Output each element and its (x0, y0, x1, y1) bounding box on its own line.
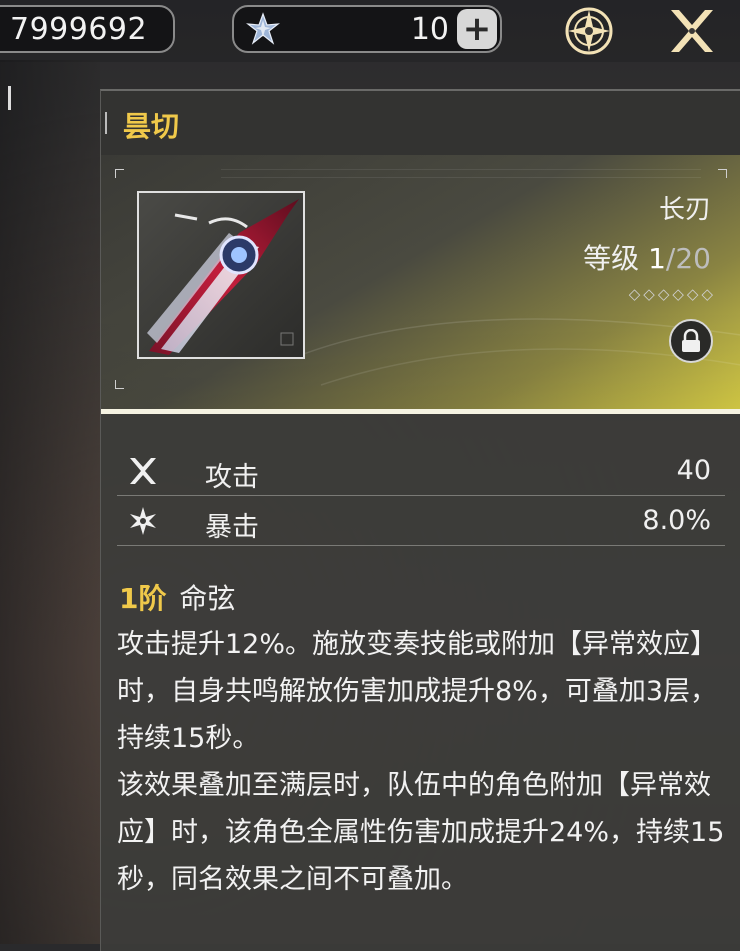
attack-icon (130, 458, 156, 484)
gem-counter: 10 + (232, 5, 502, 53)
rank-diamond: ◇ (628, 285, 641, 303)
rank-diamond: ◇ (672, 285, 684, 303)
rank-diamond: ◇ (686, 285, 699, 303)
weapon-portrait (137, 191, 305, 359)
coin-counter: 7999692 (0, 5, 175, 53)
plus-icon: + (462, 9, 492, 49)
background-left-panel (0, 60, 100, 944)
corner-mark (115, 380, 124, 389)
left-scroll-indicator (8, 86, 11, 110)
coin-amount: 7999692 (10, 11, 148, 47)
stat-name: 暴击 (205, 512, 259, 543)
level-current: 1 (648, 242, 666, 275)
crit-icon (130, 507, 156, 535)
rank-diamond: ◇ (657, 285, 670, 303)
passive-header: 1阶 命弦 (119, 577, 235, 617)
title-row: 昙切 (101, 91, 740, 155)
stat-row-crit: 暴击 8.0% (117, 497, 725, 546)
weapon-level: 等级 1/20 (583, 237, 711, 277)
weapon-type: 长刃 (658, 195, 711, 225)
gem-icon (246, 12, 280, 45)
rank-diamond: ◇ (701, 285, 713, 303)
passive-name: 命弦 (179, 582, 236, 615)
weapon-detail-panel: 昙切 长刃 等级 1/20 ◇ ◇ ◇ ◇ ◇ ◇ 攻击 40 暴击 8.0% … (100, 89, 740, 951)
gem-amount: 10 (410, 11, 449, 47)
passive-description: 攻击提升12%。施放变奏技能或附加【异常效应】时，自身共鸣解放伤害加成提升8%，… (117, 629, 725, 895)
weapon-blade-image (147, 199, 299, 355)
lock-icon (682, 329, 700, 352)
add-gems-button[interactable]: + (457, 9, 497, 49)
stat-row-attack: 攻击 40 (117, 447, 725, 496)
compass-icon[interactable] (562, 4, 616, 58)
hero-divider (101, 409, 740, 414)
stat-value: 8.0% (642, 505, 711, 536)
crossed-swords-icon[interactable] (665, 4, 719, 58)
rank-diamond: ◇ (643, 285, 655, 303)
corner-mark (718, 169, 727, 178)
rank-diamonds: ◇ ◇ ◇ ◇ ◇ ◇ (629, 285, 713, 303)
passive-rank: 1阶 (119, 582, 167, 615)
level-label: 等级 (583, 242, 640, 275)
weapon-name: 昙切 (123, 110, 180, 143)
stat-value: 40 (676, 455, 711, 486)
title-accent-bar (105, 112, 107, 134)
level-max: 20 (675, 242, 711, 275)
stat-name: 攻击 (205, 462, 259, 493)
corner-mark (115, 169, 124, 178)
level-separator: / (665, 242, 676, 275)
lock-button[interactable] (669, 319, 713, 363)
